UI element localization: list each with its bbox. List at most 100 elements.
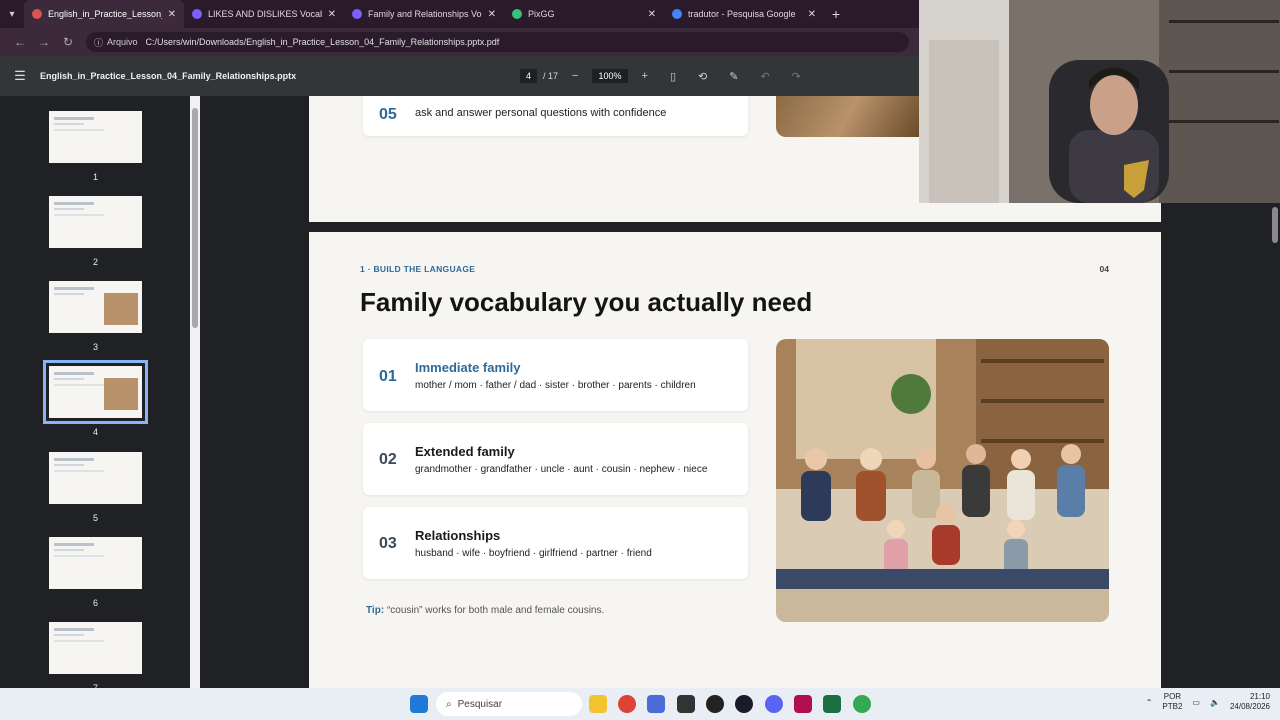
vocab-card-immediate: 01 Immediate family mother / mom · fathe… — [363, 339, 748, 411]
previous-slide-photo — [776, 96, 919, 137]
language-indicator[interactable]: POR PTB2 — [1162, 692, 1182, 712]
excel-icon[interactable] — [823, 695, 841, 713]
thumbnail-page-7[interactable] — [49, 622, 142, 674]
tab-close-icon[interactable]: ✕ — [168, 9, 176, 20]
card-words: husband · wife · boyfriend · girlfriend … — [415, 548, 652, 559]
tip-text: “cousin” works for both male and female … — [386, 605, 605, 616]
tab-pixgg[interactable]: PixGG ✕ — [504, 0, 664, 28]
tab-close-icon[interactable]: ✕ — [328, 9, 336, 20]
site-info-label: Arquivo — [107, 37, 138, 47]
discord-icon[interactable] — [765, 695, 783, 713]
new-tab-button[interactable]: + — [824, 0, 848, 28]
thumbnail-number: 5 — [92, 513, 98, 523]
tray-chevron-icon[interactable]: ⌃ — [1146, 698, 1153, 707]
info-icon: ⓘ — [94, 37, 104, 48]
clock-date: 24/08/2026 — [1229, 702, 1270, 711]
keyboard-layout: PTB2 — [1162, 702, 1183, 711]
google-favicon-icon — [672, 9, 682, 19]
thumbnail-number: 6 — [92, 598, 98, 608]
hamburger-menu-icon[interactable]: ☰ — [0, 68, 40, 84]
redo-icon[interactable]: ↷ — [792, 70, 801, 83]
vocab-card-extended: 02 Extended family grandmother · grandfa… — [363, 423, 748, 495]
tab-title: PixGG — [528, 9, 555, 19]
tab-tradutor[interactable]: tradutor - Pesquisa Google ✕ — [664, 0, 824, 28]
next-app-icon[interactable] — [794, 695, 812, 713]
language-code: POR — [1163, 692, 1182, 701]
tab-likes-dislikes[interactable]: LIKES AND DISLIKES Vocabulary ✕ — [184, 0, 344, 28]
back-arrow-icon[interactable]: ← — [8, 35, 32, 49]
app-icon-blue[interactable] — [647, 695, 665, 713]
tab-title: English_in_Practice_Lesson_04_F — [48, 9, 162, 19]
chrome-icon[interactable] — [618, 695, 636, 713]
tab-close-icon[interactable]: ✕ — [648, 9, 656, 20]
zoom-in-icon[interactable]: + — [642, 70, 648, 82]
search-favicon-icon — [352, 9, 362, 19]
thumbnail-page-1[interactable] — [49, 111, 142, 163]
page-total: / 17 — [543, 71, 559, 81]
card-number: 03 — [379, 535, 397, 552]
card-title: Immediate family — [415, 360, 521, 375]
fit-page-icon[interactable]: ▯ — [670, 70, 676, 83]
thumbnail-number: 4 — [92, 427, 98, 437]
thumbnail-page-4[interactable] — [43, 360, 148, 424]
section-eyebrow: 1 · BUILD THE LANGUAGE — [360, 264, 476, 274]
sidebar-scrollbar[interactable] — [190, 96, 200, 688]
app-icon-obs[interactable] — [706, 695, 724, 713]
clock[interactable]: 21:10 24/08/2026 — [1230, 692, 1270, 712]
chrome-active-icon[interactable] — [853, 695, 871, 713]
site-info-chip[interactable]: ⓘ Arquivo — [94, 36, 138, 49]
card-words: mother / mom · father / dad · sister · b… — [415, 380, 696, 391]
app-icon-dark[interactable] — [677, 695, 695, 713]
thumbnail-page-3[interactable] — [49, 281, 142, 333]
undo-icon[interactable]: ↶ — [760, 70, 769, 83]
webcam-feed-illustration — [919, 0, 1280, 203]
reload-icon[interactable]: ↻ — [56, 35, 80, 49]
page-number-input[interactable]: 4 — [520, 69, 538, 83]
tab-close-icon[interactable]: ✕ — [808, 9, 816, 20]
address-bar: ← → ↻ ⓘ Arquivo C:/Users/win/Downloads/E… — [0, 28, 919, 56]
url-input[interactable]: ⓘ Arquivo C:/Users/win/Downloads/English… — [86, 32, 909, 52]
browser-tab-bar: ▾ English_in_Practice_Lesson_04_F ✕ LIKE… — [0, 0, 919, 28]
search-icon: ⌕ — [446, 698, 452, 710]
volume-icon[interactable]: 🔈 — [1210, 698, 1220, 707]
objective-text: ask and answer personal questions with c… — [415, 107, 667, 119]
slide-page-4: 1 · BUILD THE LANGUAGE 04 Family vocabul… — [309, 232, 1161, 688]
windows-taskbar: ⌕ Pesquisar ⌃ POR PTB2 ▭ 🔈 21:10 24/08/2… — [0, 688, 1280, 720]
thumbnail-page-6[interactable] — [49, 537, 142, 589]
tab-search-icon[interactable]: ▾ — [0, 0, 24, 28]
taskbar-search-input[interactable]: ⌕ Pesquisar — [436, 692, 582, 716]
network-icon[interactable]: ▭ — [1192, 698, 1200, 707]
windows-start-icon[interactable] — [410, 695, 428, 713]
search-placeholder: Pesquisar — [457, 698, 503, 710]
app-icon-arrow[interactable] — [735, 695, 753, 713]
tab-lesson-pdf[interactable]: English_in_Practice_Lesson_04_F ✕ — [24, 0, 184, 28]
file-explorer-icon[interactable] — [589, 695, 607, 713]
objective-number: 05 — [379, 106, 397, 123]
thumbnail-number: 2 — [92, 257, 98, 267]
document-title: English_in_Practice_Lesson_04_Family_Rel… — [40, 71, 297, 81]
tip-label: Tip: — [366, 605, 385, 616]
family-photo-illustration — [776, 339, 1109, 622]
tab-title: tradutor - Pesquisa Google — [688, 9, 796, 19]
page-controls: 4 / 17 − 100% + ▯ ⟲ ✎ ↶ ↷ — [520, 69, 809, 83]
thumbnail-number: 1 — [92, 172, 98, 182]
zoom-input[interactable]: 100% — [592, 69, 628, 83]
vocab-card-relationships: 03 Relationships husband · wife · boyfri… — [363, 507, 748, 579]
tab-close-icon[interactable]: ✕ — [488, 9, 496, 20]
zoom-out-icon[interactable]: − — [572, 70, 578, 82]
thumbnail-number: 3 — [92, 342, 98, 352]
annotate-icon[interactable]: ✎ — [729, 70, 738, 83]
forward-arrow-icon[interactable]: → — [32, 35, 56, 49]
clock-time: 21:10 — [1249, 692, 1270, 701]
viewer-scrollbar[interactable] — [1270, 203, 1280, 688]
url-text: C:/Users/win/Downloads/English_in_Practi… — [145, 37, 500, 47]
rotate-icon[interactable]: ⟲ — [698, 70, 707, 83]
thumbnail-page-5[interactable] — [49, 452, 142, 504]
card-number: 01 — [379, 368, 397, 385]
system-tray: ⌃ POR PTB2 ▭ 🔈 21:10 24/08/2026 — [1146, 692, 1270, 712]
slide-heading: Family vocabulary you actually need — [360, 287, 813, 317]
tab-title: Family and Relationships Vocab — [368, 9, 482, 19]
thumbnail-page-2[interactable] — [49, 196, 142, 248]
objective-card: 05 ask and answer personal questions wit… — [363, 96, 748, 136]
tab-family-vocab[interactable]: Family and Relationships Vocab ✕ — [344, 0, 504, 28]
